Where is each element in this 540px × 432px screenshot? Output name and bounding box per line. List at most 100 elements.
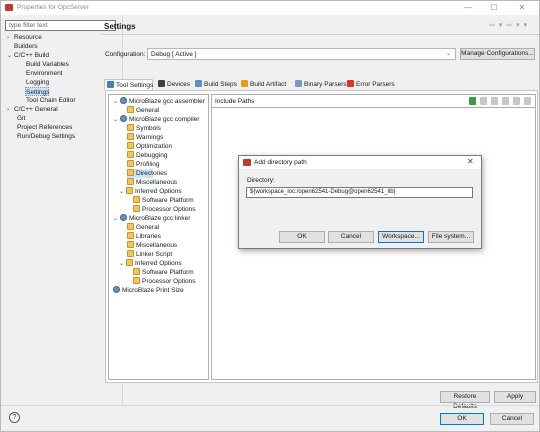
apply-button[interactable]: Apply <box>494 391 536 403</box>
tool-tree-item-label: MicroBlaze gcc assembler <box>129 98 205 105</box>
tool-tree-item[interactable]: Symbols <box>127 124 161 133</box>
maximize-button[interactable]: ☐ <box>485 2 503 13</box>
tab-build-artifact[interactable]: Build Artifact <box>239 79 286 90</box>
edit-icon[interactable] <box>491 97 498 105</box>
move-up-icon[interactable] <box>502 97 509 105</box>
folder-icon <box>127 151 134 158</box>
chevron-down-icon[interactable]: ⌄ <box>119 188 126 197</box>
chevron-right-icon[interactable]: › <box>7 106 14 115</box>
chevron-right-icon[interactable]: › <box>7 34 14 43</box>
tab-label: Error Parsers <box>356 81 395 88</box>
tab-devices[interactable]: Devices <box>156 79 190 90</box>
sidebar-item-builders[interactable]: Builders <box>14 42 37 51</box>
app-icon <box>5 4 13 11</box>
tool-tree-item[interactable]: Optimization <box>127 142 172 151</box>
restore-defaults-button[interactable]: Restore Defaults <box>440 391 490 410</box>
close-icon[interactable]: ✕ <box>467 157 474 166</box>
sidebar-item-git[interactable]: Git <box>17 114 25 123</box>
manage-configurations-button[interactable]: Manage Configurations... <box>460 48 535 60</box>
tool-tree-item-label: General <box>136 224 160 231</box>
filter-input[interactable]: type filter text <box>5 20 116 31</box>
sidebar-item-build-variables[interactable]: Build Variables <box>26 60 69 69</box>
tool-tree-item-label: Miscellaneous <box>136 242 178 249</box>
tool-tree-item-label: General <box>136 107 160 114</box>
configuration-select[interactable]: Debug [ Active ] ⌄ <box>147 48 456 60</box>
sidebar-item-cpp-build[interactable]: ⌄ C/C++ Build <box>7 51 49 60</box>
tool-tree-item[interactable]: Directories <box>127 169 167 178</box>
chevron-down-icon[interactable]: ⌄ <box>119 260 126 269</box>
sidebar-item-cpp-general[interactable]: › C/C++ General <box>7 105 58 114</box>
cancel-button[interactable]: Cancel <box>490 413 534 425</box>
tool-tree-item-label: Linker Script <box>136 251 173 258</box>
tab-error-parsers[interactable]: Error Parsers <box>345 79 395 90</box>
sidebar-item-label: Environment <box>26 70 63 77</box>
chevron-down-icon[interactable]: ⌄ <box>7 52 14 61</box>
devices-icon <box>158 80 165 87</box>
tool-tree-item[interactable]: ⌄ MicroBlaze gcc linker <box>113 214 190 223</box>
chevron-down-icon[interactable]: ⌄ <box>113 98 120 107</box>
sidebar-item-label: Project References <box>17 124 73 131</box>
window-title: Properties for OpcServer <box>17 4 89 11</box>
tool-tree-item[interactable]: Warnings <box>127 133 163 142</box>
tool-tree-item[interactable]: ⌄ Inferred Options <box>119 187 182 196</box>
tool-tree-item[interactable]: MicroBlaze Print Size <box>113 286 184 295</box>
history-nav-icons[interactable]: ⇦ ▾ ⇨ ▾ ▾ <box>489 21 528 29</box>
tool-tree-item[interactable]: ⌄ MicroBlaze gcc compiler <box>113 115 199 124</box>
sidebar-item-label: Resource <box>14 34 42 41</box>
tool-tree-item[interactable]: Linker Script <box>127 250 172 259</box>
tool-tree-item[interactable]: Miscellaneous <box>127 178 177 187</box>
tool-tree-item[interactable]: General <box>127 106 159 115</box>
tool-tree-item[interactable]: Debugging <box>127 151 167 160</box>
folder-icon <box>127 232 134 239</box>
sidebar-item-resource[interactable]: › Resource <box>7 33 42 42</box>
tool-tree-item-label: MicroBlaze gcc linker <box>129 215 191 222</box>
sidebar-item-tool-chain-editor[interactable]: Tool Chain Editor <box>26 96 76 105</box>
dialog-ok-button[interactable]: OK <box>279 231 325 243</box>
sidebar-item-label: Run/Debug Settings <box>17 133 76 140</box>
sidebar-item-logging[interactable]: Logging <box>26 78 49 87</box>
sidebar-item-label: Settings <box>26 89 50 96</box>
ok-button[interactable]: OK <box>440 413 484 425</box>
folder-icon <box>127 124 134 131</box>
tool-tree-item[interactable]: ⌄ Inferred Options <box>119 259 182 268</box>
tool-tree-item-label: Software Platform <box>142 197 194 204</box>
tool-tree-item-label: Processor Options <box>142 206 196 213</box>
file-system-button[interactable]: File system... <box>428 231 474 243</box>
tool-tree-item[interactable]: ⌄ MicroBlaze gcc assembler <box>113 97 205 106</box>
directory-input[interactable]: ${workspace_loc:/open62541-Debug@open625… <box>246 187 473 198</box>
sidebar-item-project-references[interactable]: Project References <box>17 123 72 132</box>
tool-tree-item[interactable]: General <box>127 223 159 232</box>
help-icon[interactable]: ? <box>9 412 20 423</box>
tool-tree-item-label: Miscellaneous <box>136 179 178 186</box>
tool-tree-item[interactable]: Software Platform <box>133 268 194 277</box>
minimize-button[interactable]: — <box>459 2 477 13</box>
gear-icon <box>113 286 120 293</box>
tool-tree-item[interactable]: Profiling <box>127 160 159 169</box>
dialog-title-bar: Add directory path ✕ <box>239 156 481 169</box>
sidebar-item-settings[interactable]: Settings <box>25 87 50 96</box>
tab-build-steps[interactable]: Build Steps <box>193 79 237 90</box>
sidebar-item-label: Build Variables <box>26 61 69 68</box>
close-button[interactable]: ✕ <box>513 2 531 13</box>
sidebar-item-label: Tool Chain Editor <box>26 97 76 104</box>
tool-tree-item[interactable]: Processor Options <box>133 205 195 214</box>
tool-tree-item[interactable]: Software Platform <box>133 196 194 205</box>
sidebar-item-run-debug-settings[interactable]: Run/Debug Settings <box>17 132 75 141</box>
sidebar-item-environment[interactable]: Environment <box>26 69 63 78</box>
chevron-down-icon[interactable]: ⌄ <box>113 116 120 125</box>
tool-tree-item[interactable]: Libraries <box>127 232 161 241</box>
delete-icon[interactable] <box>480 97 487 105</box>
tab-binary-parsers[interactable]: Binary Parsers <box>293 79 347 90</box>
dialog-cancel-button[interactable]: Cancel <box>328 231 374 243</box>
move-down-icon[interactable] <box>513 97 520 105</box>
tab-tool-settings[interactable]: Tool Settings <box>104 79 153 90</box>
chevron-down-icon[interactable]: ⌄ <box>113 215 120 224</box>
tool-tree-item[interactable]: Processor Options <box>133 277 195 286</box>
folder-icon <box>126 259 133 266</box>
configuration-label: Configuration: <box>105 51 146 58</box>
tool-tree-item[interactable]: Miscellaneous <box>127 241 177 250</box>
dialog-title: Add directory path <box>254 159 307 166</box>
move-icon[interactable] <box>524 97 531 105</box>
add-icon[interactable] <box>469 97 476 105</box>
workspace-button[interactable]: Workspace... <box>378 231 424 243</box>
